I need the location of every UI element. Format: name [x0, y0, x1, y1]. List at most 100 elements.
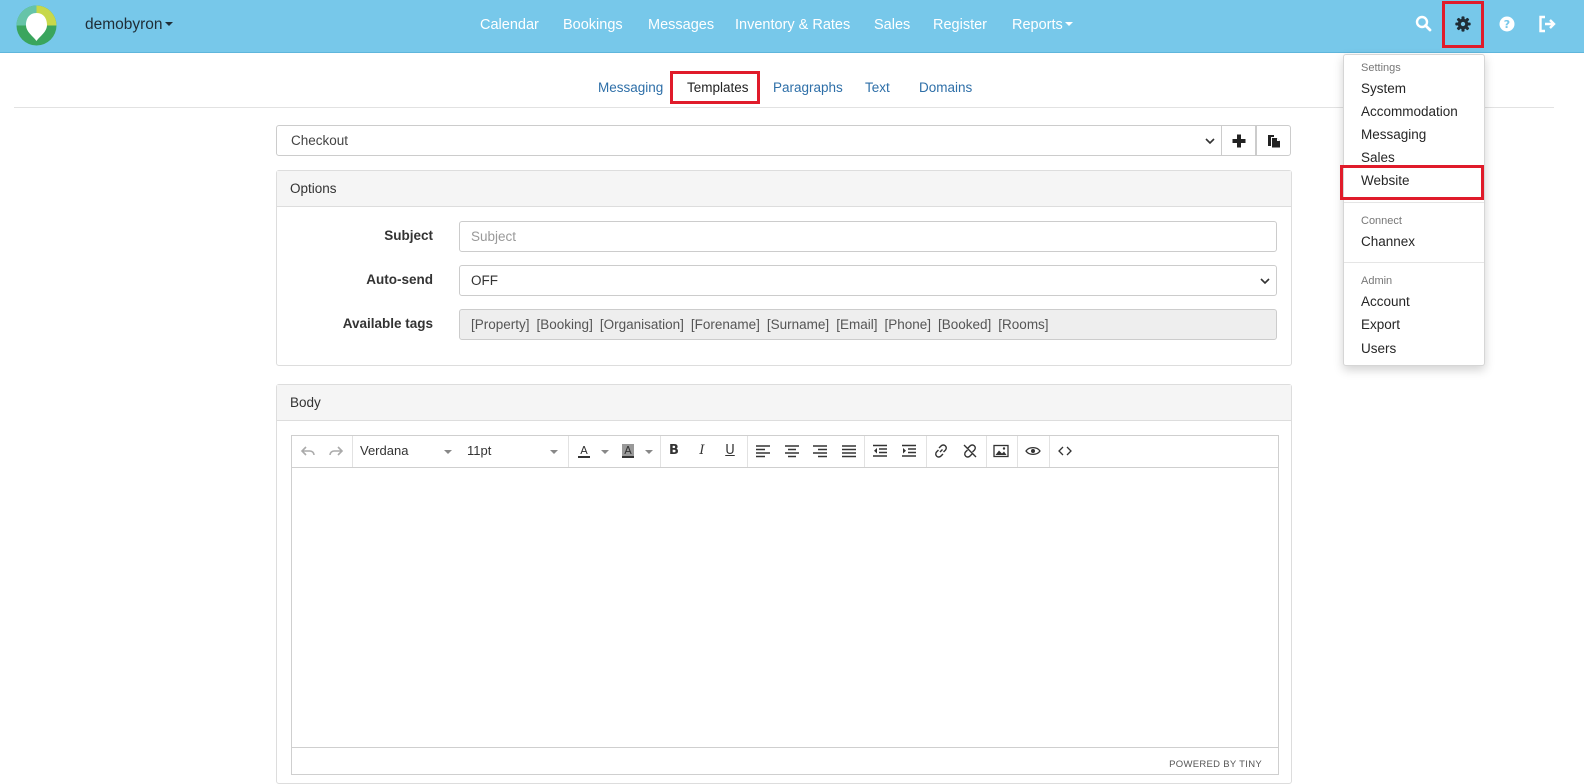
source-code-icon[interactable]	[1057, 443, 1073, 459]
settings-dropdown-menu: Settings System Accommodation Messaging …	[1343, 54, 1485, 366]
tag-organisation: [Organisation]	[599, 317, 684, 332]
subject-label: Subject	[384, 228, 433, 243]
image-icon[interactable]	[993, 443, 1009, 459]
body-panel: Body Verdana 11pt A A B I U POWERED BY T…	[276, 384, 1292, 784]
tag-booking: [Booking]	[536, 317, 593, 332]
caret-down-icon	[444, 450, 452, 454]
menu-item-system[interactable]: System	[1361, 81, 1406, 96]
options-panel: Options Subject Subject Auto-send OFF Av…	[276, 170, 1292, 366]
align-justify-icon[interactable]	[841, 443, 857, 459]
text-color-icon[interactable]: A	[576, 443, 592, 459]
indent-group	[864, 436, 927, 467]
caret-down-icon	[645, 450, 653, 454]
preview-eye-icon[interactable]	[1025, 443, 1041, 459]
copy-icon	[1268, 135, 1280, 148]
copy-template-button[interactable]	[1256, 125, 1291, 156]
subject-input[interactable]: Subject	[459, 221, 1277, 252]
unlink-icon[interactable]	[962, 443, 978, 459]
tags-list: [Property] [Booking] [Organisation] [Forena…	[471, 317, 1056, 332]
settings-button[interactable]	[1442, 1, 1484, 48]
autosend-value: OFF	[471, 273, 498, 288]
admin-header: Admin	[1361, 275, 1393, 287]
indent-icon[interactable]	[901, 443, 917, 459]
svg-text:A: A	[580, 444, 588, 457]
tab-text[interactable]: Text	[865, 80, 890, 95]
outdent-icon[interactable]	[872, 443, 888, 459]
top-navbar: demobyron Calendar Bookings Messages Inv…	[0, 0, 1584, 53]
add-template-button[interactable]	[1221, 125, 1256, 156]
align-right-icon[interactable]	[812, 443, 828, 459]
italic-icon[interactable]: I	[694, 443, 710, 459]
code-group	[1049, 436, 1081, 467]
tabs-divider	[14, 107, 1554, 108]
font-group: Verdana 11pt	[352, 436, 569, 467]
color-group: A A	[568, 436, 661, 467]
align-left-icon[interactable]	[755, 443, 771, 459]
menu-item-channex[interactable]: Channex	[1361, 234, 1415, 249]
link-icon[interactable]	[933, 443, 949, 459]
template-select[interactable]: Checkout	[276, 125, 1222, 156]
nav-reports[interactable]: Reports	[1012, 17, 1073, 33]
nav-reports-label: Reports	[1012, 17, 1063, 33]
menu-item-account[interactable]: Account	[1361, 294, 1410, 309]
autosend-label: Auto-send	[366, 272, 433, 287]
caret-down-icon	[550, 450, 558, 454]
align-group	[747, 436, 865, 467]
format-group: B I U	[660, 436, 748, 467]
tag-forename: [Forename]	[690, 317, 760, 332]
tab-domains[interactable]: Domains	[919, 80, 972, 95]
powered-by-tiny[interactable]: POWERED BY TINY	[1169, 759, 1262, 770]
body-panel-title: Body	[277, 385, 1291, 421]
menu-item-website[interactable]: Website	[1361, 173, 1410, 188]
font-family-select[interactable]: Verdana	[360, 443, 408, 458]
subject-placeholder: Subject	[471, 229, 517, 244]
redo-icon[interactable]	[328, 443, 344, 459]
tag-rooms: [Rooms]	[998, 317, 1049, 332]
link-group	[926, 436, 987, 467]
chevron-down-icon	[1205, 138, 1215, 145]
help-icon[interactable]: ?	[1497, 14, 1517, 34]
tag-property: [Property]	[471, 317, 530, 332]
rich-text-editor[interactable]: Verdana 11pt A A B I U POWERED BY TINY	[291, 435, 1279, 775]
tab-paragraphs[interactable]: Paragraphs	[773, 80, 843, 95]
menu-item-users[interactable]: Users	[1361, 341, 1396, 356]
editor-toolbar: Verdana 11pt A A B I U	[292, 436, 1278, 468]
nav-sales[interactable]: Sales	[874, 17, 910, 33]
chevron-down-icon	[1260, 278, 1270, 285]
history-group	[292, 436, 353, 467]
options-panel-title: Options	[277, 171, 1291, 207]
svg-text:?: ?	[1504, 18, 1510, 31]
logout-icon[interactable]	[1537, 14, 1557, 34]
autosend-select[interactable]: OFF	[459, 265, 1277, 296]
account-switcher[interactable]: demobyron	[85, 16, 173, 34]
connect-header: Connect	[1361, 215, 1402, 227]
menu-item-accommodation[interactable]: Accommodation	[1361, 104, 1458, 119]
app-logo[interactable]	[16, 5, 57, 46]
template-select-value: Checkout	[291, 133, 349, 148]
bold-icon[interactable]: B	[666, 443, 682, 459]
nav-messages[interactable]: Messages	[648, 17, 714, 33]
nav-bookings[interactable]: Bookings	[563, 17, 623, 33]
settings-header: Settings	[1361, 62, 1401, 74]
caret-down-icon	[601, 450, 609, 454]
background-color-icon[interactable]: A	[620, 443, 636, 459]
editor-content-area[interactable]	[292, 468, 1278, 748]
menu-item-sales[interactable]: Sales	[1361, 150, 1395, 165]
font-size-select[interactable]: 11pt	[467, 443, 491, 458]
menu-divider	[1344, 262, 1484, 263]
gear-icon	[1455, 16, 1471, 32]
menu-item-messaging[interactable]: Messaging	[1361, 127, 1426, 142]
available-tags-field: [Property] [Booking] [Organisation] [Forena…	[459, 309, 1277, 340]
nav-register[interactable]: Register	[933, 17, 987, 33]
caret-down-icon	[1064, 22, 1073, 26]
plus-icon	[1232, 134, 1246, 148]
menu-item-export[interactable]: Export	[1361, 317, 1400, 332]
align-center-icon[interactable]	[784, 443, 800, 459]
nav-inventory-rates[interactable]: Inventory & Rates	[735, 17, 850, 33]
undo-icon[interactable]	[300, 443, 316, 459]
tab-messaging[interactable]: Messaging	[598, 80, 663, 95]
search-icon[interactable]	[1414, 14, 1434, 34]
tag-phone: [Phone]	[884, 317, 931, 332]
nav-calendar[interactable]: Calendar	[480, 17, 539, 33]
underline-icon[interactable]: U	[722, 443, 738, 459]
